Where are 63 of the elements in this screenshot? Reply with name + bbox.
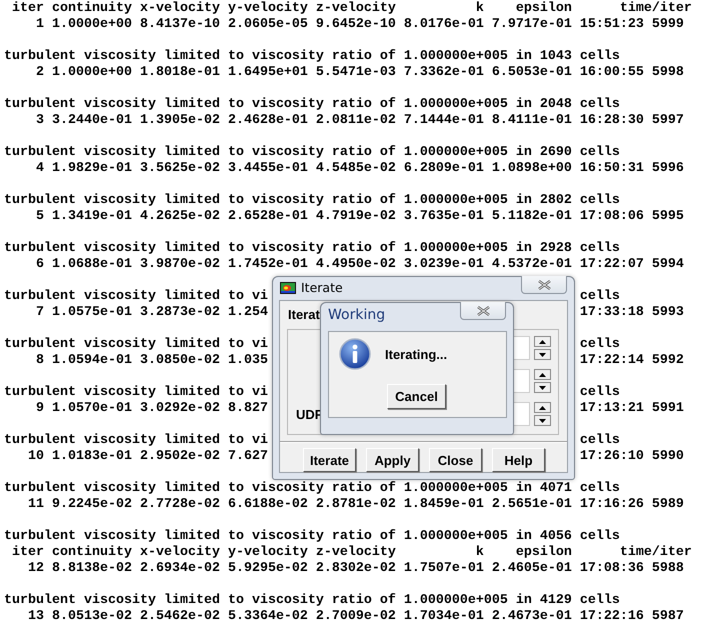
dialog-button[interactable]: Help xyxy=(492,448,545,472)
console-line: turbulent viscosity limited to viscosity ratio of 1.000000e+005 in 4071 cells xyxy=(4,481,620,497)
console-line: cells xyxy=(580,289,620,305)
close-icon xyxy=(538,280,550,290)
console-line: 17:26:10 5990 xyxy=(580,449,684,465)
console-line: 1 1.0000e+00 8.4137e-10 2.0605e-05 9.6452e-10 8.0176e-01 7.9717e-01 15:51:23 5999 xyxy=(34,17,684,33)
console-line: iter continuity x-velocity y-velocity z-velocity k epsilon time/iter xyxy=(10,1,692,17)
close-icon xyxy=(476,306,490,316)
dialog-button[interactable]: Close xyxy=(429,448,482,472)
field-label: UDF xyxy=(296,407,323,422)
up-triangle-icon xyxy=(539,340,546,344)
console-line: 7 1.0575e-01 3.2873e-02 1.254 xyxy=(34,305,268,321)
console-line: turbulent viscosity limited to vi xyxy=(4,337,268,353)
console-line: turbulent viscosity limited to viscosity ratio of 1.000000e+005 in 2802 cells xyxy=(4,193,620,209)
console-line: turbulent viscosity limited to viscosity ratio of 1.000000e+005 in 2690 cells xyxy=(4,145,620,161)
console-line: cells xyxy=(580,337,620,353)
console-line: turbulent viscosity limited to viscosity ratio of 1.000000e+005 in 2048 cells xyxy=(4,97,620,113)
spin-up-button[interactable] xyxy=(534,369,551,380)
console-line: 8 1.0594e-01 3.0850e-02 1.035 xyxy=(34,353,268,369)
tab-label: Iterat xyxy=(288,307,320,323)
dialog-button[interactable]: Apply xyxy=(366,448,419,472)
down-triangle-icon xyxy=(539,418,546,422)
down-triangle-icon xyxy=(539,352,546,356)
console-line: 12 8.8138e-02 2.6934e-02 5.9295e-02 2.8302e-02 1.7507e-01 2.4605e-01 17:08:36 5988 xyxy=(26,561,684,577)
console-line: 11 9.2245e-02 2.7728e-02 6.6188e-02 2.8781e-02 1.8459e-01 2.5651e-01 17:16:26 5989 xyxy=(26,497,684,513)
dialog-button[interactable]: Iterate xyxy=(303,448,356,472)
console-line: turbulent viscosity limited to viscosity ratio of 1.000000e+005 in 4129 cells xyxy=(4,593,620,609)
window-title: Iterate xyxy=(301,280,343,295)
console-line: 3 3.2440e-01 1.3905e-02 2.4628e-01 2.0811e-02 7.1444e-01 8.4111e-01 16:28:30 5997 xyxy=(34,113,684,129)
console-line: cells xyxy=(580,385,620,401)
spin-down-button[interactable] xyxy=(534,415,551,426)
spin-down-button[interactable] xyxy=(534,349,551,360)
console-line: 4 1.9829e-01 3.5625e-02 3.4455e-01 4.5485e-02 6.2809e-01 1.0898e+00 16:50:31 5996 xyxy=(34,161,684,177)
spin-up-button[interactable] xyxy=(534,336,551,347)
console-line: turbulent viscosity limited to viscosity ratio of 1.000000e+005 in 2928 cells xyxy=(4,241,620,257)
up-triangle-icon xyxy=(539,406,546,410)
console-line: 6 1.0688e-01 3.9870e-02 1.7452e-01 4.4950e-02 3.0239e-01 4.5372e-01 17:22:07 5994 xyxy=(34,257,684,273)
info-icon xyxy=(339,338,371,370)
console-line: turbulent viscosity limited to vi xyxy=(4,385,268,401)
app-icon xyxy=(280,282,296,294)
close-button[interactable] xyxy=(521,276,567,294)
status-message: Iterating... xyxy=(385,346,448,362)
window-title: Working xyxy=(328,307,386,323)
console-line: turbulent viscosity limited to vi xyxy=(4,433,268,449)
console-line: turbulent viscosity limited to viscosity ratio of 1.000000e+005 in 1043 cells xyxy=(4,49,620,65)
console-line: 10 1.0183e-01 2.9502e-02 7.627 xyxy=(26,449,268,465)
console-line: 17:22:14 5992 xyxy=(580,353,684,369)
down-triangle-icon xyxy=(539,386,546,390)
console-line: cells xyxy=(580,433,620,449)
console-line: iter continuity x-velocity y-velocity z-velocity k epsilon time/iter xyxy=(10,545,692,561)
console-line: 9 1.0570e-01 3.0292e-02 8.827 xyxy=(34,401,268,417)
console-line: turbulent viscosity limited to vi xyxy=(4,289,268,305)
close-button[interactable] xyxy=(460,302,506,320)
console-line: 5 1.3419e-01 4.2625e-02 2.6528e-01 4.7919e-02 3.7635e-01 5.1182e-01 17:08:06 5995 xyxy=(34,209,684,225)
cancel-button[interactable]: Cancel xyxy=(387,384,446,409)
console-line: 13 8.0513e-02 2.5462e-02 5.3364e-02 2.7009e-02 1.7034e-01 2.4673e-01 17:22:16 5987 xyxy=(26,609,684,625)
console-line: turbulent viscosity limited to viscosity ratio of 1.000000e+005 in 4056 cells xyxy=(4,529,620,545)
console-line: 17:33:18 5993 xyxy=(580,305,684,321)
up-triangle-icon xyxy=(539,372,546,376)
console-line: 17:13:21 5991 xyxy=(580,401,684,417)
console-line: 2 1.0000e+00 1.8018e-01 1.6495e+01 5.5471e-03 7.3362e-01 6.5053e-01 16:00:55 5998 xyxy=(34,65,684,81)
spin-up-button[interactable] xyxy=(534,402,551,413)
spin-down-button[interactable] xyxy=(534,382,551,393)
